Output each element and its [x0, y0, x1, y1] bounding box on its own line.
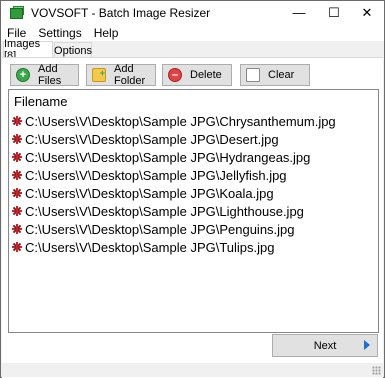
list-item[interactable]: C:\Users\V\Desktop\Sample JPG\Desert.jpg: [9, 130, 378, 148]
file-path: C:\Users\V\Desktop\Sample JPG\Koala.jpg: [25, 185, 274, 201]
plus-circle-icon: +: [16, 68, 30, 82]
menu-bar: File Settings Help: [1, 24, 384, 41]
jpg-file-icon: [12, 116, 22, 126]
list-item[interactable]: C:\Users\V\Desktop\Sample JPG\Lighthouse…: [9, 202, 378, 220]
column-header-filename[interactable]: Filename: [9, 90, 378, 112]
folder-plus-icon: +: [92, 68, 106, 82]
jpg-file-icon: [12, 134, 22, 144]
tab-options[interactable]: Options: [54, 42, 92, 58]
add-folder-label: Add Folder: [114, 63, 146, 87]
maximize-button[interactable]: ☐: [317, 1, 351, 24]
close-button[interactable]: ✕: [350, 1, 384, 24]
list-item[interactable]: C:\Users\V\Desktop\Sample JPG\Penguins.j…: [9, 220, 378, 238]
app-icon: [9, 5, 25, 21]
jpg-file-icon: [12, 242, 22, 252]
file-path: C:\Users\V\Desktop\Sample JPG\Hydrangeas…: [25, 149, 311, 165]
file-list[interactable]: Filename C:\Users\V\Desktop\Sample JPG\C…: [8, 89, 379, 333]
menu-help[interactable]: Help: [88, 26, 125, 40]
clear-label: Clear: [268, 69, 295, 81]
delete-label: Delete: [190, 69, 222, 81]
jpg-file-icon: [12, 206, 22, 216]
file-path: C:\Users\V\Desktop\Sample JPG\Tulips.jpg: [25, 239, 275, 255]
list-item[interactable]: C:\Users\V\Desktop\Sample JPG\Tulips.jpg: [9, 238, 378, 256]
images-panel: + Add Files + Add Folder – Delete Clear …: [2, 57, 383, 378]
file-path: C:\Users\V\Desktop\Sample JPG\Desert.jpg: [25, 131, 279, 147]
jpg-file-icon: [12, 152, 22, 162]
file-path: C:\Users\V\Desktop\Sample JPG\Penguins.j…: [25, 221, 295, 237]
file-path: C:\Users\V\Desktop\Sample JPG\Lighthouse…: [25, 203, 304, 219]
window-title: VOVSOFT - Batch Image Resizer: [31, 5, 211, 20]
file-path: C:\Users\V\Desktop\Sample JPG\Jellyfish.…: [25, 167, 287, 183]
app-window: VOVSOFT - Batch Image Resizer — ☐ ✕ File…: [0, 0, 385, 378]
list-item[interactable]: C:\Users\V\Desktop\Sample JPG\Chrysanthe…: [9, 112, 378, 130]
file-rows: C:\Users\V\Desktop\Sample JPG\Chrysanthe…: [9, 112, 378, 256]
file-path: C:\Users\V\Desktop\Sample JPG\Chrysanthe…: [25, 113, 336, 129]
add-files-button[interactable]: + Add Files: [10, 63, 79, 87]
resize-grip-icon[interactable]: [372, 366, 381, 375]
tab-images[interactable]: Images [8]: [3, 38, 53, 62]
jpg-file-icon: [12, 170, 22, 180]
add-folder-button[interactable]: + Add Folder: [86, 63, 156, 87]
status-bar: [2, 363, 383, 377]
arrow-right-icon: [364, 340, 370, 350]
add-files-label: Add Files: [38, 63, 62, 87]
title-bar: VOVSOFT - Batch Image Resizer — ☐ ✕: [1, 1, 384, 24]
jpg-file-icon: [12, 224, 22, 234]
list-item[interactable]: C:\Users\V\Desktop\Sample JPG\Koala.jpg: [9, 184, 378, 202]
blank-page-icon: [246, 68, 260, 82]
list-item[interactable]: C:\Users\V\Desktop\Sample JPG\Hydrangeas…: [9, 148, 378, 166]
minus-circle-icon: –: [168, 68, 182, 82]
tab-strip: Images [8] Options: [1, 38, 384, 62]
list-item[interactable]: C:\Users\V\Desktop\Sample JPG\Jellyfish.…: [9, 166, 378, 184]
toolbar: + Add Files + Add Folder – Delete Clear: [2, 58, 383, 90]
minimize-button[interactable]: —: [282, 1, 316, 24]
next-button[interactable]: Next: [272, 334, 378, 357]
jpg-file-icon: [12, 188, 22, 198]
delete-button[interactable]: – Delete: [162, 64, 232, 86]
clear-button[interactable]: Clear: [240, 64, 310, 86]
bottom-bar: Next: [2, 334, 383, 360]
next-label: Next: [313, 339, 337, 352]
